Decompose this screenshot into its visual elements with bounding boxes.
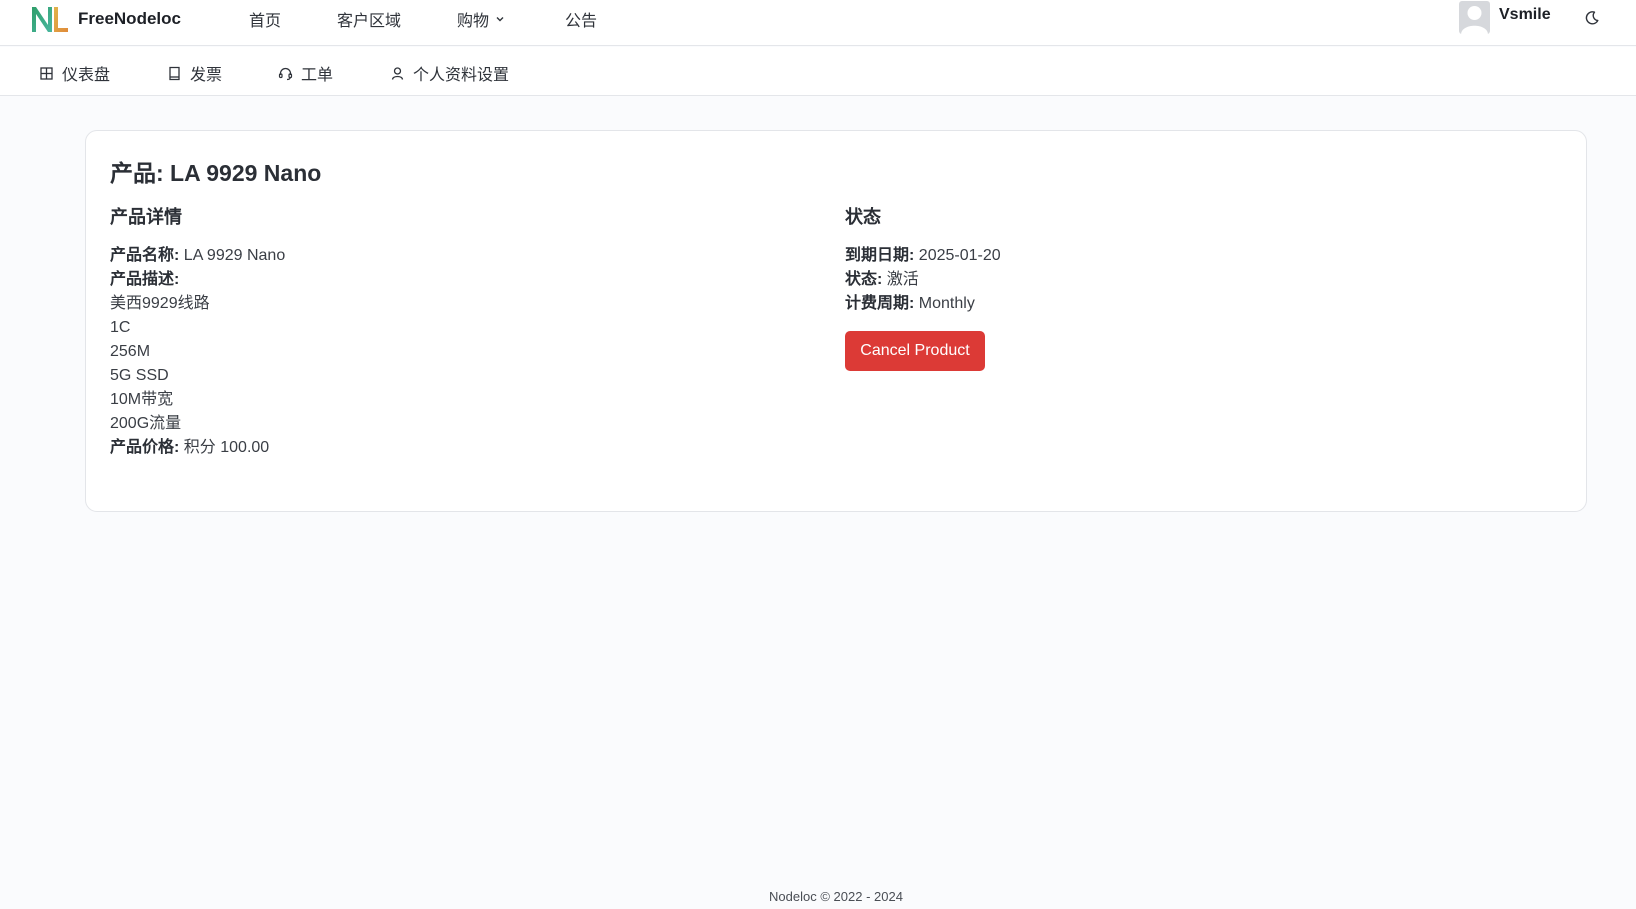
top-header: FreeNodeloc 首页 客户区域 购物 公告 Vsmile (0, 0, 1636, 46)
product-price-row: 产品价格: 积分 100.00 (110, 436, 285, 460)
cancel-product-button[interactable]: Cancel Product (845, 331, 985, 371)
footer-copyright: Nodeloc © 2022 - 2024 (769, 889, 903, 904)
page-title: 产品: LA 9929 Nano (110, 160, 322, 186)
desc-line: 5G SSD (110, 367, 169, 384)
subnav-profile-settings-label: 个人资料设置 (413, 67, 510, 84)
expiry-row: 到期日期: 2025-01-20 (845, 244, 1001, 268)
subnav-invoices[interactable]: 发票 (167, 61, 222, 85)
nav-announcements-label: 公告 (565, 13, 598, 30)
product-card: 产品: LA 9929 Nano 产品详情 产品名称: LA 9929 Nano… (85, 130, 1587, 512)
billing-cycle-value: Monthly (918, 295, 975, 312)
billing-cycle-row: 计费周期: Monthly (845, 292, 1001, 316)
desc-line: 10M带宽 (110, 391, 174, 408)
product-price-value: 积分 100.00 (183, 439, 270, 456)
desc-line: 美西9929线路 (110, 295, 210, 312)
status-row: 状态: 激活 (845, 268, 1001, 292)
product-price-label: 产品价格: (110, 439, 180, 456)
product-name-value: LA 9929 Nano (183, 247, 286, 264)
chevron-down-icon (496, 17, 504, 22)
nav-client-area[interactable]: 客户区域 (337, 7, 401, 31)
nl-logo-icon (32, 7, 68, 32)
nav-home-label: 首页 (249, 13, 282, 30)
brand-link[interactable]: FreeNodeloc (31, 4, 181, 34)
nav-shop-label: 购物 (457, 13, 490, 30)
nav-client-area-label: 客户区域 (337, 13, 402, 30)
status-list: 到期日期: 2025-01-20 状态: 激活 计费周期: Monthly (845, 244, 1001, 316)
nav-home[interactable]: 首页 (249, 7, 281, 31)
details-heading: 产品详情 (110, 207, 182, 227)
product-desc-row: 产品描述: (110, 268, 285, 292)
grid-icon (40, 66, 53, 80)
subnav-tickets[interactable]: 工单 (278, 61, 333, 85)
nav-announcements[interactable]: 公告 (565, 7, 597, 31)
status-value: 激活 (886, 271, 919, 288)
product-name-label: 产品名称: (110, 247, 180, 264)
subnav-dashboard[interactable]: 仪表盘 (39, 61, 110, 85)
desc-line: 1C (110, 319, 131, 336)
status-heading: 状态 (845, 207, 881, 227)
billing-cycle-label: 计费周期: (845, 295, 915, 312)
sub-nav: 仪表盘 发票 工单 个人资料设置 (0, 47, 1636, 96)
product-name-row: 产品名称: LA 9929 Nano (110, 244, 285, 268)
headset-icon (278, 67, 293, 80)
subnav-tickets-label: 工单 (301, 67, 334, 84)
status-label: 状态: (845, 271, 883, 288)
desc-line: 200G流量 (110, 415, 182, 432)
user-icon (391, 66, 404, 80)
desc-line: 256M (110, 343, 151, 360)
expiry-value: 2025-01-20 (918, 247, 1001, 264)
avatar-user-icon (1461, 5, 1488, 34)
brand-name: FreeNodeloc (78, 9, 181, 28)
nav-shop-dropdown[interactable]: 购物 (457, 7, 505, 31)
invoice-icon (169, 66, 180, 80)
subnav-invoices-label: 发票 (190, 67, 223, 84)
avatar (1459, 0, 1490, 34)
details-list: 产品名称: LA 9929 Nano 产品描述: 美西9929线路 1C 256… (110, 244, 285, 460)
subnav-dashboard-label: 仪表盘 (62, 67, 111, 84)
user-name: Vsmile (1499, 6, 1551, 23)
moon-icon[interactable] (1583, 9, 1601, 27)
expiry-label: 到期日期: (845, 247, 915, 264)
subnav-profile-settings[interactable]: 个人资料设置 (390, 61, 509, 85)
product-desc-label: 产品描述: (110, 271, 180, 288)
user-menu[interactable]: Vsmile (1459, 0, 1551, 34)
